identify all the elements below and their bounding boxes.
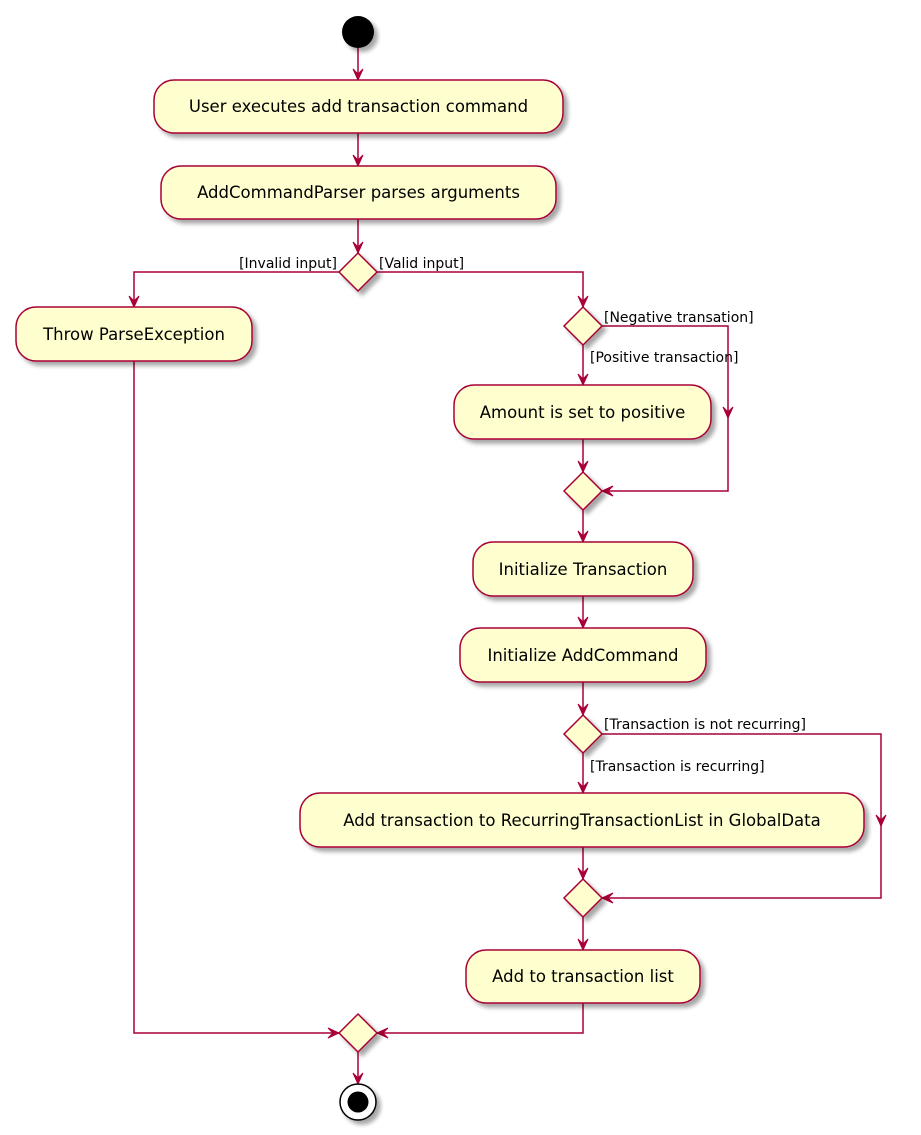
activity-add-recurring: Add transaction to RecurringTransactionL… bbox=[299, 792, 865, 848]
start-node bbox=[342, 16, 374, 48]
edge-invalid-branch bbox=[133, 271, 339, 307]
edge-valid-branch bbox=[377, 271, 584, 307]
guard-not-recurring: [Transaction is not recurring] bbox=[604, 717, 806, 733]
edge-throw-to-final bbox=[133, 361, 339, 1034]
activity-amount-positive: Amount is set to positive bbox=[453, 384, 712, 440]
activity-throw-parse-exception: Throw ParseException bbox=[15, 306, 253, 362]
activity-label: Initialize AddCommand bbox=[487, 646, 678, 665]
activity-user-executes: User executes add transaction command bbox=[153, 79, 564, 134]
guard-positive-transaction: [Positive transaction] bbox=[590, 350, 738, 366]
decision-transaction-sign bbox=[562, 305, 604, 347]
activity-label: Amount is set to positive bbox=[480, 403, 686, 422]
guard-invalid-input: [Invalid input] bbox=[239, 256, 337, 272]
activity-label: Initialize Transaction bbox=[499, 560, 668, 579]
merge-recurring bbox=[562, 877, 604, 919]
activity-init-transaction: Initialize Transaction bbox=[472, 541, 694, 597]
guard-is-recurring: [Transaction is recurring] bbox=[590, 759, 765, 775]
activity-label: Add to transaction list bbox=[492, 967, 674, 986]
activity-init-add-command: Initialize AddCommand bbox=[459, 627, 707, 683]
merge-transaction-sign bbox=[562, 470, 604, 512]
activity-label: AddCommandParser parses arguments bbox=[197, 183, 520, 202]
decision-input-valid bbox=[337, 251, 379, 293]
activity-label: User executes add transaction command bbox=[189, 97, 528, 116]
guard-valid-input: [Valid input] bbox=[379, 256, 464, 272]
activity-label: Throw ParseException bbox=[42, 325, 225, 344]
edge-list-to-final bbox=[377, 1003, 584, 1034]
activity-add-to-list: Add to transaction list bbox=[465, 949, 701, 1004]
guard-negative-transaction: [Negative transation] bbox=[604, 310, 754, 326]
activity-parser-parses: AddCommandParser parses arguments bbox=[160, 165, 557, 220]
end-node bbox=[339, 1083, 377, 1121]
activity-label: Add transaction to RecurringTransactionL… bbox=[343, 811, 820, 830]
decision-recurring bbox=[562, 713, 604, 755]
merge-final bbox=[337, 1012, 379, 1054]
activity-diagram: User executes add transaction command Ad… bbox=[15, 16, 887, 1121]
